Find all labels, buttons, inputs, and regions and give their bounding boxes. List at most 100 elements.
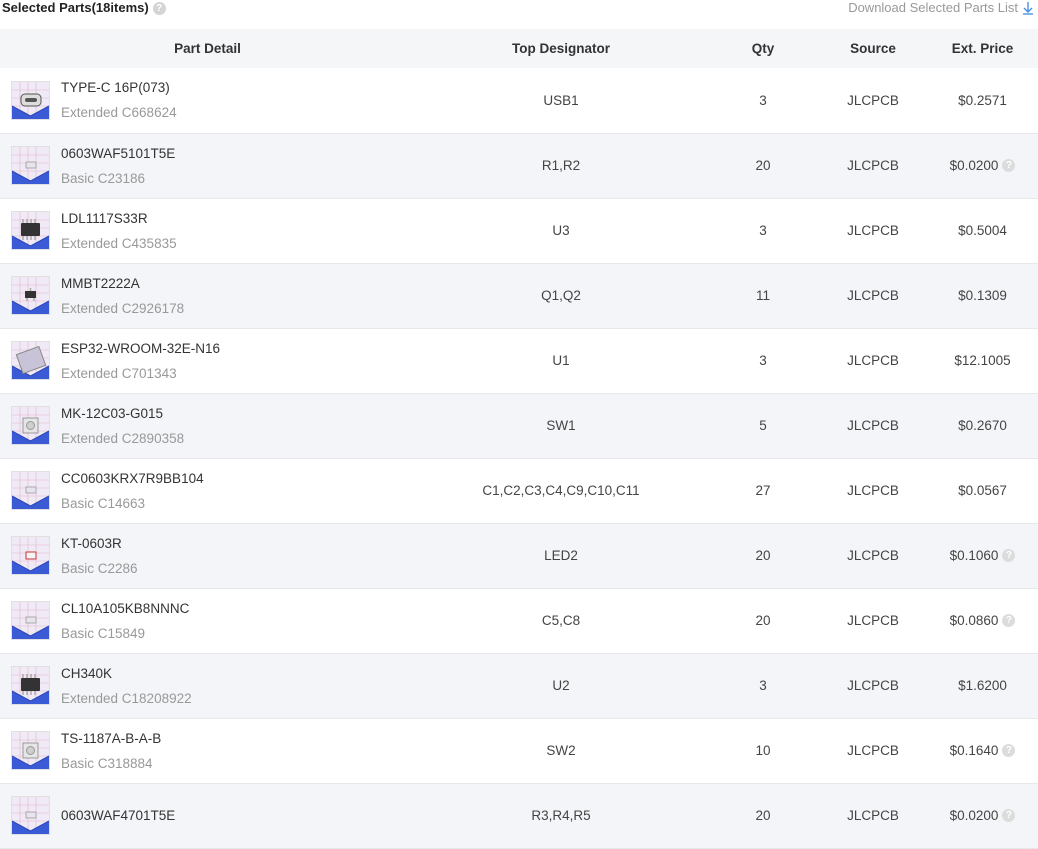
resistor-icon[interactable] <box>11 796 50 835</box>
source-cell: JLCPCB <box>847 288 899 303</box>
part-name[interactable]: MK-12C03-G015 <box>61 401 184 426</box>
source-cell: JLCPCB <box>847 483 899 498</box>
source-cell: JLCPCB <box>847 678 899 693</box>
part-name[interactable]: TYPE-C 16P(073) <box>61 75 177 100</box>
qty-cell: 20 <box>755 158 771 173</box>
table-row[interactable]: CL10A105KB8NNNC Basic C15849 C5,C8 20 JLCPCB… <box>0 588 1038 653</box>
question-icon[interactable]: ? <box>1002 549 1016 562</box>
ext-price: $0.1640? <box>950 743 1016 758</box>
transistor-icon[interactable] <box>11 276 50 315</box>
part-name[interactable]: 0603WAF4701T5E <box>61 803 175 828</box>
table-row[interactable]: ESP32-WROOM-32E-N16 Extended C701343 U1 3 JL… <box>0 328 1038 393</box>
top-designator-cell: SW2 <box>546 743 576 758</box>
tact-switch-icon[interactable] <box>11 731 50 770</box>
price-value: $1.6200 <box>958 678 1007 693</box>
qty-cell: 11 <box>755 288 770 303</box>
part-category-code: Extended C2926178 <box>61 300 185 316</box>
ext-price-cell: $12.1005 <box>927 328 1038 393</box>
part-detail: TYPE-C 16P(073) Extended C668624 <box>0 75 415 125</box>
ext-price: $0.1060? <box>950 548 1016 563</box>
part-detail: ESP32-WROOM-32E-N16 Extended C701343 <box>0 336 415 386</box>
top-designator-cell: LED2 <box>544 548 578 563</box>
table-row[interactable]: MMBT2222A Extended C2926178 Q1,Q2 11 JLCPCB $… <box>0 263 1038 328</box>
top-designator-cell: U3 <box>552 223 570 238</box>
top-designator-cell: USB1 <box>543 92 579 108</box>
top-designator-cell: Q1,Q2 <box>541 288 581 303</box>
ext-price-cell: $0.0860? <box>927 588 1038 653</box>
part-text: 0603WAF5101T5E Basic C23186 <box>61 141 175 191</box>
table-row[interactable]: KT-0603R Basic C2286 LED2 20 JLCPCB $0.1060? <box>0 523 1038 588</box>
part-category-code: Extended C435835 <box>61 235 177 251</box>
part-detail-cell: CH340K Extended C18208922 <box>0 653 415 718</box>
top-bar: Selected Parts(18items) ? Download Selec… <box>0 0 1038 17</box>
part-category-code: Basic C15849 <box>61 625 146 641</box>
price-value: $0.1060 <box>949 548 999 563</box>
col-source: Source <box>819 29 927 68</box>
capacitor-icon[interactable] <box>11 601 50 640</box>
table-row[interactable]: TS-1187A-B-A-B Basic C318884 SW2 10 JLCPCB $0… <box>0 718 1038 783</box>
col-qty: Qty <box>707 29 819 68</box>
table-row[interactable]: CC0603KRX7R9BB104 Basic C14663 C1,C2,C3,C4… <box>0 458 1038 523</box>
top-designator-cell: C1,C2,C3,C4,C9,C10,C11 <box>482 483 640 498</box>
usb-c-connector-icon[interactable] <box>11 80 50 120</box>
part-name[interactable]: ESP32-WROOM-32E-N16 <box>61 336 220 361</box>
question-icon[interactable]: ? <box>1002 744 1016 757</box>
table-row[interactable]: 0603WAF4701T5E R3,R4,R5 20 JLCPCB $0.0200? <box>0 783 1038 848</box>
ic-chip-icon[interactable] <box>11 666 50 705</box>
ext-price: $12.1005 <box>954 353 1010 368</box>
resistor-icon[interactable] <box>11 146 50 185</box>
qty-cell: 3 <box>759 353 767 368</box>
part-category-code: Extended C18208922 <box>61 690 192 706</box>
switch-icon[interactable] <box>11 406 50 445</box>
part-name[interactable]: CH340K <box>61 661 192 686</box>
part-category-code: Basic C23186 <box>61 170 146 186</box>
qty-cell: 10 <box>755 743 771 758</box>
price-value: $0.2670 <box>958 418 1007 433</box>
ext-price: $0.0200? <box>950 808 1016 823</box>
download-parts-list-link[interactable]: Download Selected Parts List <box>848 0 1034 16</box>
part-text: TS-1187A-B-A-B Basic C318884 <box>61 726 161 776</box>
part-name[interactable]: CL10A105KB8NNNC <box>61 596 189 621</box>
part-name[interactable]: KT-0603R <box>61 531 138 556</box>
selected-parts-title: Selected Parts(18items) ? <box>2 0 166 16</box>
table-header-row: Part Detail Top Designator Qty Source Ex… <box>0 29 1038 68</box>
part-name[interactable]: 0603WAF5101T5E <box>61 141 175 166</box>
question-icon[interactable]: ? <box>1002 614 1016 627</box>
part-detail-cell: CL10A105KB8NNNC Basic C15849 <box>0 588 415 653</box>
qty-cell: 20 <box>755 613 771 628</box>
question-icon[interactable]: ? <box>1002 809 1016 822</box>
qty-cell: 5 <box>759 418 767 433</box>
part-name[interactable]: MMBT2222A <box>61 271 184 296</box>
qty-cell: 3 <box>759 223 767 238</box>
table-row[interactable]: TYPE-C 16P(073) Extended C668624 USB1 3 JLCP… <box>0 68 1038 133</box>
module-icon[interactable] <box>11 341 50 380</box>
ext-price-cell: $0.1060? <box>927 523 1038 588</box>
question-icon[interactable]: ? <box>1002 159 1016 172</box>
part-category-code: Basic C2286 <box>61 560 138 576</box>
part-text: TYPE-C 16P(073) Extended C668624 <box>61 75 177 125</box>
table-row[interactable]: MK-12C03-G015 Extended C2890358 SW1 5 JLCPCB… <box>0 393 1038 458</box>
source-cell: JLCPCB <box>847 353 899 368</box>
regulator-icon[interactable] <box>11 211 50 250</box>
table-row[interactable]: CH340K Extended C18208922 U2 3 JLCPCB $1.6200 <box>0 653 1038 718</box>
table-row[interactable]: LDL1117S33R Extended C435835 U3 3 JLCPCB $0.5… <box>0 198 1038 263</box>
ext-price-cell: $0.1309 <box>927 263 1038 328</box>
ext-price: $0.5004 <box>958 223 1007 238</box>
ext-price: $0.2670 <box>958 418 1007 433</box>
table-row[interactable]: 0603WAF5101T5E Basic C23186 R1,R2 20 JLCPCB $… <box>0 133 1038 198</box>
part-detail: LDL1117S33R Extended C435835 <box>0 206 415 256</box>
qty-cell: 20 <box>755 548 771 563</box>
capacitor-icon[interactable] <box>11 471 50 510</box>
ext-price-cell: $0.0200? <box>927 783 1038 848</box>
top-designator-cell: U2 <box>552 678 570 693</box>
led-icon[interactable] <box>11 536 50 575</box>
col-top-designator: Top Designator <box>415 29 707 68</box>
part-name[interactable]: LDL1117S33R <box>61 206 177 231</box>
part-detail-cell: LDL1117S33R Extended C435835 <box>0 198 415 263</box>
question-icon[interactable]: ? <box>152 1 166 15</box>
part-name[interactable]: TS-1187A-B-A-B <box>61 726 161 751</box>
part-name[interactable]: CC0603KRX7R9BB104 <box>61 466 204 491</box>
download-label: Download Selected Parts List <box>848 0 1018 15</box>
ext-price-cell: $0.0200? <box>927 133 1038 198</box>
source-cell: JLCPCB <box>847 808 899 823</box>
